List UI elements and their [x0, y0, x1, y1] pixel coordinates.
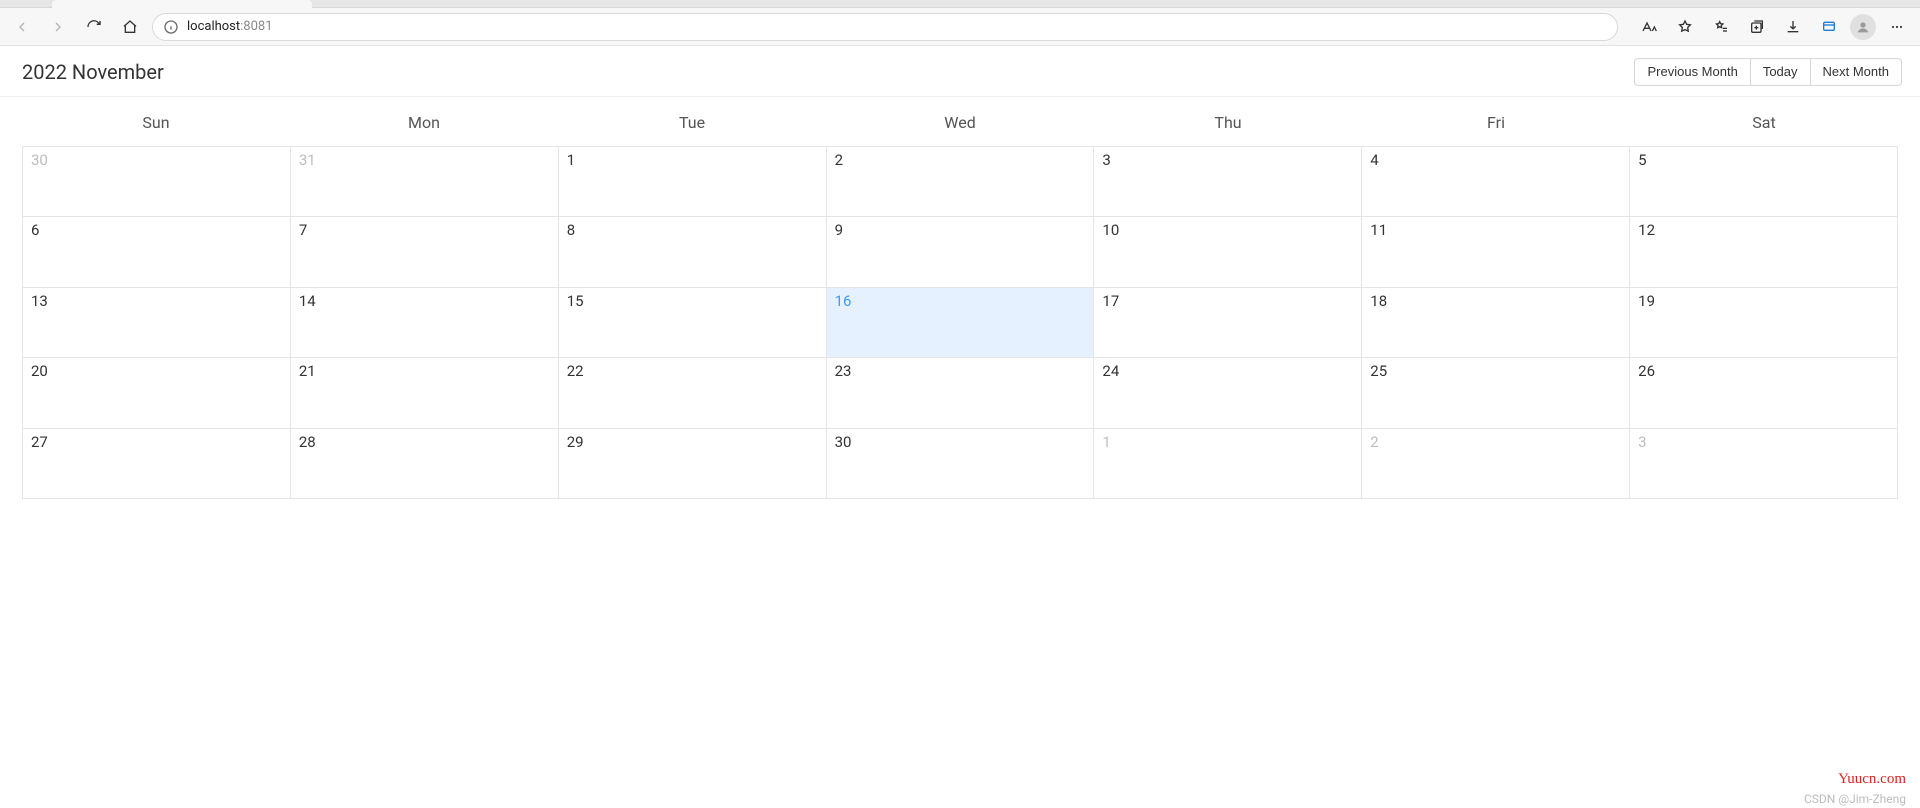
url-text: localhost:8081 — [187, 19, 273, 34]
calendar-cell[interactable]: 26 — [1630, 358, 1898, 429]
calendar-cell-today[interactable]: 16 — [827, 288, 1095, 359]
address-bar[interactable]: localhost:8081 — [152, 13, 1618, 41]
calendar-cell[interactable]: 18 — [1362, 288, 1630, 359]
downloads-button[interactable] — [1778, 12, 1808, 42]
calendar-cell-other-month[interactable]: 2 — [1362, 429, 1630, 500]
calendar-cell[interactable]: 1 — [559, 147, 827, 218]
calendar-cell-other-month[interactable]: 31 — [291, 147, 559, 218]
toolbar-right-icons — [1634, 12, 1912, 42]
calendar-cell[interactable]: 4 — [1362, 147, 1630, 218]
watermark-author: CSDN @Jim-Zheng — [1804, 792, 1906, 806]
calendar-cell[interactable]: 2 — [827, 147, 1095, 218]
person-icon — [1855, 19, 1871, 35]
ellipsis-icon — [1889, 19, 1905, 35]
calendar-cell[interactable]: 21 — [291, 358, 559, 429]
calendar-cell[interactable]: 12 — [1630, 217, 1898, 288]
watermark-site: Yuucn.com — [1838, 771, 1906, 788]
today-button[interactable]: Today — [1751, 58, 1811, 86]
refresh-button[interactable] — [80, 13, 108, 41]
home-button[interactable] — [116, 13, 144, 41]
favorite-button[interactable] — [1670, 12, 1700, 42]
dow-label: Tue — [558, 103, 826, 146]
calendar-cell[interactable]: 5 — [1630, 147, 1898, 218]
calendar-body: SunMonTueWedThuFriSat 303112345678910111… — [0, 97, 1920, 510]
calendar-title: 2022 November — [22, 60, 164, 84]
next-month-button[interactable]: Next Month — [1811, 58, 1902, 86]
calendar-cell[interactable]: 29 — [559, 429, 827, 500]
site-info-icon[interactable] — [163, 19, 179, 35]
calendar-cell[interactable]: 22 — [559, 358, 827, 429]
ie-mode-button[interactable] — [1814, 12, 1844, 42]
calendar-cell[interactable]: 28 — [291, 429, 559, 500]
more-button[interactable] — [1882, 12, 1912, 42]
calendar-header: 2022 November Previous Month Today Next … — [0, 48, 1920, 97]
calendar-cell-other-month[interactable]: 1 — [1094, 429, 1362, 500]
calendar-cell[interactable]: 24 — [1094, 358, 1362, 429]
page-content: 2022 November Previous Month Today Next … — [0, 46, 1920, 509]
calendar-cell[interactable]: 13 — [23, 288, 291, 359]
calendar-cell[interactable]: 19 — [1630, 288, 1898, 359]
star-lines-icon — [1713, 19, 1729, 35]
previous-month-button[interactable]: Previous Month — [1634, 58, 1750, 86]
dow-label: Wed — [826, 103, 1094, 146]
forward-button — [44, 13, 72, 41]
dow-label: Mon — [290, 103, 558, 146]
browser-tab-strip[interactable] — [0, 0, 1920, 8]
profile-avatar[interactable] — [1850, 14, 1876, 40]
calendar-cell[interactable]: 27 — [23, 429, 291, 500]
dow-label: Thu — [1094, 103, 1362, 146]
calendar-cell[interactable]: 10 — [1094, 217, 1362, 288]
calendar-cell[interactable]: 8 — [559, 217, 827, 288]
collections-icon — [1749, 19, 1765, 35]
browser-toolbar: localhost:8081 — [0, 8, 1920, 46]
refresh-icon — [86, 19, 102, 35]
star-add-icon — [1677, 19, 1693, 35]
edge-icon — [1821, 19, 1837, 35]
dow-label: Sun — [22, 103, 290, 146]
calendar-cell[interactable]: 9 — [827, 217, 1095, 288]
calendar-cell[interactable]: 3 — [1094, 147, 1362, 218]
url-port: :8081 — [240, 19, 272, 34]
read-aloud-button[interactable] — [1634, 12, 1664, 42]
calendar-cell-other-month[interactable]: 30 — [23, 147, 291, 218]
calendar-cell[interactable]: 7 — [291, 217, 559, 288]
favorites-list-button[interactable] — [1706, 12, 1736, 42]
active-tab[interactable] — [52, 0, 312, 8]
arrow-right-icon — [50, 19, 66, 35]
dow-label: Sat — [1630, 103, 1898, 146]
calendar-cell[interactable]: 17 — [1094, 288, 1362, 359]
home-icon — [122, 19, 138, 35]
calendar-cell[interactable]: 11 — [1362, 217, 1630, 288]
calendar-cell[interactable]: 25 — [1362, 358, 1630, 429]
collections-button[interactable] — [1742, 12, 1772, 42]
calendar-cell[interactable]: 23 — [827, 358, 1095, 429]
calendar-cell[interactable]: 20 — [23, 358, 291, 429]
back-button — [8, 13, 36, 41]
calendar-cell[interactable]: 6 — [23, 217, 291, 288]
dow-label: Fri — [1362, 103, 1630, 146]
calendar-cell[interactable]: 15 — [559, 288, 827, 359]
arrow-left-icon — [14, 19, 30, 35]
day-of-week-row: SunMonTueWedThuFriSat — [22, 103, 1898, 146]
calendar-grid: 3031123456789101112131415161718192021222… — [22, 146, 1898, 500]
calendar-nav-buttons: Previous Month Today Next Month — [1634, 58, 1902, 86]
calendar-cell[interactable]: 14 — [291, 288, 559, 359]
url-host: localhost — [187, 19, 240, 34]
download-icon — [1785, 19, 1801, 35]
calendar-cell[interactable]: 30 — [827, 429, 1095, 500]
calendar-cell-other-month[interactable]: 3 — [1630, 429, 1898, 500]
text-size-icon — [1641, 19, 1657, 35]
